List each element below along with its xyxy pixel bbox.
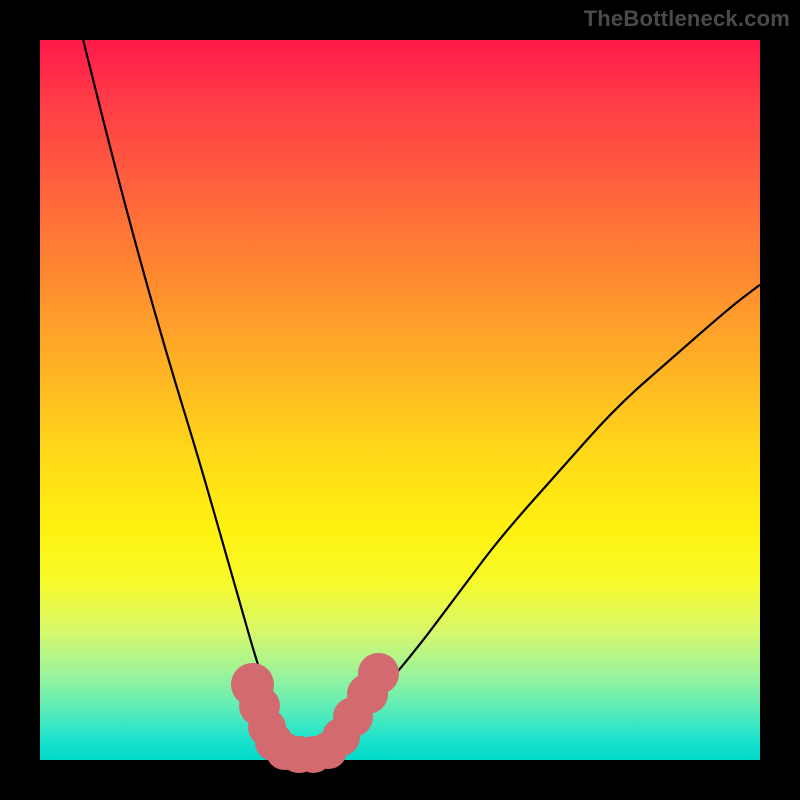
bottleneck-curve — [83, 40, 760, 753]
plot-area — [40, 40, 760, 760]
curve-layer — [40, 40, 760, 760]
chart-frame: TheBottleneck.com — [0, 0, 800, 800]
branding-text: TheBottleneck.com — [584, 6, 790, 32]
marker-dot — [358, 653, 398, 693]
